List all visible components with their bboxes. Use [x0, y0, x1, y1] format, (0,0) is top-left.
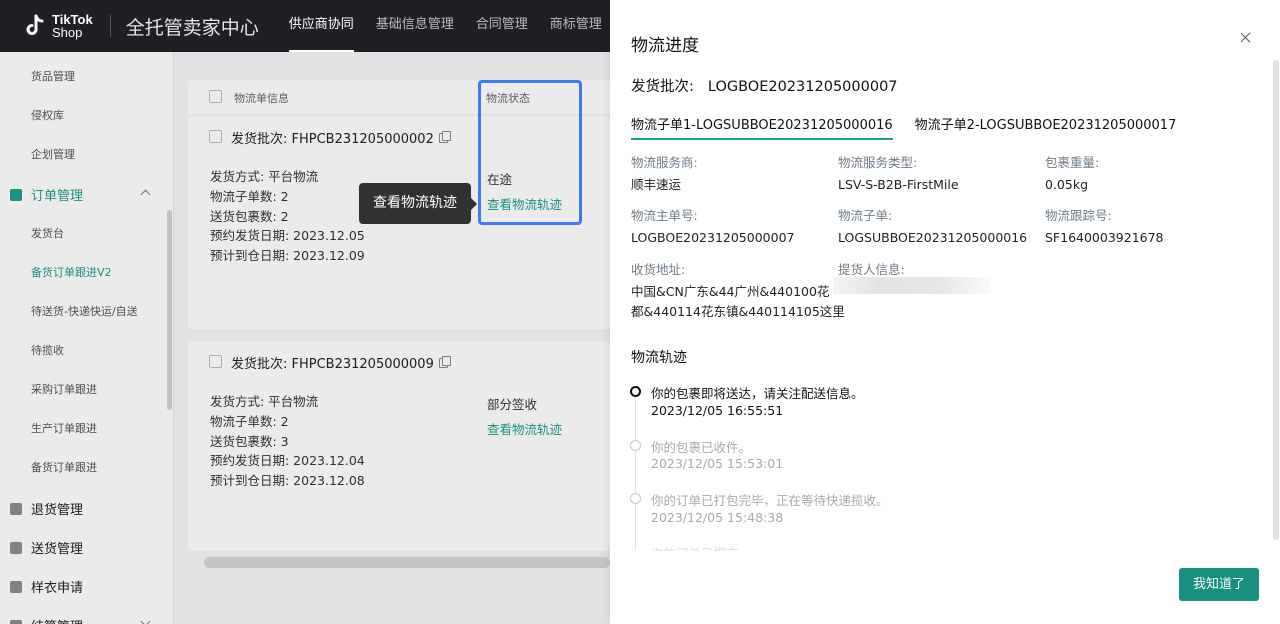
field-address-label: 收货地址:: [631, 262, 686, 277]
tab-sub-order-1[interactable]: 物流子单1-LOGSUBBOE20231205000016: [631, 114, 893, 140]
timeline-dot: [630, 440, 641, 451]
timeline-event-text: 你的订单已打包完毕，正在等待快递揽收。: [651, 493, 889, 508]
nav-supplier-collab[interactable]: 供应商协同: [288, 0, 354, 52]
tracking-tooltip: 查看物流轨迹: [359, 183, 477, 224]
field-master-no-label: 物流主单号:: [631, 208, 698, 223]
sub-order-tabs: 物流子单1-LOGSUBBOE20231205000016 物流子单2-LOGS…: [631, 114, 1198, 140]
field-address: 收货地址: 中国&CN广东&44广州&440100花 都&440114花东镇&4…: [631, 259, 845, 322]
logo-divider: [109, 15, 111, 37]
field-service-type: 物流服务类型: LSV-S-B2B-FirstMile: [838, 152, 959, 195]
tab-sub-order-2[interactable]: 物流子单2-LOGSUBBOE20231205000017: [915, 114, 1177, 140]
nav-contract[interactable]: 合同管理: [476, 0, 528, 52]
field-master-no-value: LOGBOE20231205000007: [631, 230, 795, 245]
logistics-drawer: 物流进度 发货批次: LOGBOE20231205000007 物流子单1-LOG…: [610, 0, 1280, 624]
field-service-type-value: LSV-S-B2B-FirstMile: [838, 177, 959, 192]
confirm-button[interactable]: 我知道了: [1179, 568, 1259, 601]
timeline-dot: [630, 493, 641, 504]
field-address-value: 中国&CN广东&44广州&440100花 都&440114花东镇&4401141…: [631, 282, 845, 322]
field-tracking-no-value: SF1640003921678: [1045, 230, 1164, 245]
field-weight-label: 包裹重量:: [1045, 155, 1100, 170]
field-carrier-value: 顺丰速运: [631, 177, 682, 192]
field-service-type-label: 物流服务类型:: [838, 155, 918, 170]
timeline-event-time: 2023/12/05 15:53:01: [651, 456, 784, 471]
field-sub-no-value: LOGSUBBOE20231205000016: [838, 230, 1028, 245]
timeline-line: [635, 395, 636, 550]
timeline-event-text: 你的包裹已收件。: [651, 440, 752, 455]
timeline-event-time: 2023/12/05 15:48:38: [651, 510, 784, 525]
logo-text-shop: Shop: [52, 25, 83, 40]
timeline-event-text-faded: 你的订单已提交: [651, 543, 739, 551]
drawer-batch-label: 发货批次:: [631, 79, 694, 95]
drawer-batch-value: LOGBOE20231205000007: [707, 79, 898, 95]
field-address-line1: 中国&CN广东&44广州&440100花: [631, 284, 830, 299]
field-sub-no-label: 物流子单:: [838, 208, 893, 223]
nav-basic-info[interactable]: 基础信息管理: [376, 0, 454, 52]
field-weight: 包裹重量: 0.05kg: [1045, 152, 1099, 195]
field-pickup: 提货人信息:: [838, 259, 905, 278]
field-carrier: 物流服务商: 顺丰速运: [631, 152, 698, 195]
timeline-event-text: 你的包裹即将送达，请关注配送信息。: [651, 386, 864, 401]
tracking-section-title: 物流轨迹: [631, 350, 687, 366]
field-tracking-no: 物流跟踪号: SF1640003921678: [1045, 205, 1164, 248]
field-master-no: 物流主单号: LOGBOE20231205000007: [631, 205, 794, 248]
tiktok-note-icon: [22, 13, 48, 39]
field-tracking-no-label: 物流跟踪号:: [1045, 208, 1112, 223]
pickup-info-redacted: [833, 277, 991, 294]
nav-trademark[interactable]: 商标管理: [550, 0, 602, 52]
drawer-batch: 发货批次: LOGBOE20231205000007: [631, 75, 898, 96]
field-address-line2: 都&440114花东镇&440114105这里: [631, 304, 845, 319]
field-sub-no: 物流子单: LOGSUBBOE20231205000016: [838, 205, 1027, 248]
field-weight-value: 0.05kg: [1045, 177, 1089, 192]
top-nav: 供应商协同 基础信息管理 合同管理 商标管理: [288, 0, 624, 52]
status-column-highlight: [478, 80, 582, 225]
timeline-event-time: 2023/12/05 16:55:51: [651, 403, 784, 418]
close-icon[interactable]: [1239, 31, 1253, 45]
timeline-dot-current: [630, 386, 641, 397]
tiktok-shop-logo[interactable]: TikTok Shop: [22, 13, 93, 39]
app-title: 全托管卖家中心: [125, 16, 259, 39]
field-carrier-label: 物流服务商:: [631, 155, 698, 170]
drawer-title: 物流进度: [631, 36, 699, 56]
field-pickup-label: 提货人信息:: [838, 262, 905, 277]
drawer-scrollbar[interactable]: [1273, 60, 1279, 540]
